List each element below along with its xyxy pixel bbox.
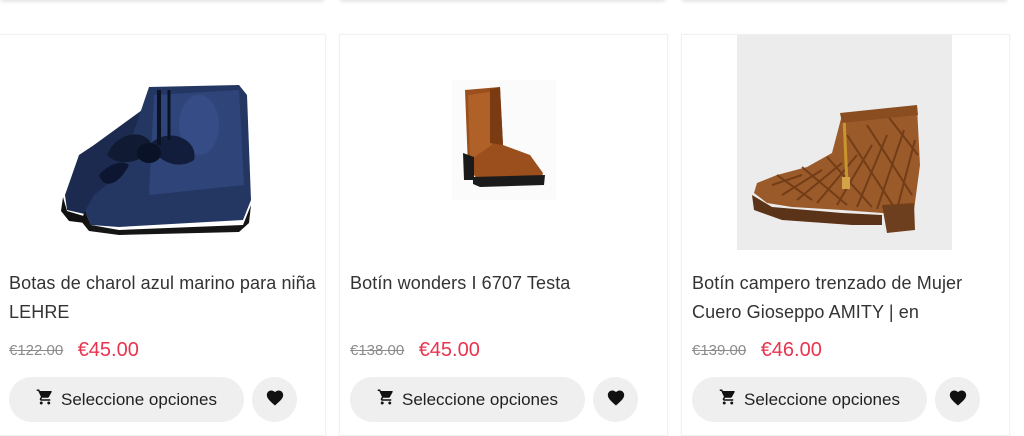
original-price: €139.00 — [692, 342, 747, 359]
wishlist-button[interactable] — [935, 377, 980, 422]
sale-price: €46.00 — [760, 339, 822, 361]
wishlist-button[interactable] — [593, 377, 638, 422]
price-row: €139.00 €46.00 — [692, 339, 822, 365]
product-title[interactable]: Botín campero trenzado de Mujer Cuero Gi… — [692, 269, 1002, 327]
product-image[interactable] — [682, 35, 1009, 250]
sale-price: €45.00 — [418, 339, 480, 361]
select-options-label: Seleccione opciones — [744, 389, 900, 409]
select-options-label: Seleccione opciones — [61, 389, 217, 409]
product-image[interactable] — [0, 35, 325, 250]
wishlist-button[interactable] — [252, 377, 297, 422]
product-card: Botín wonders I 6707 Testa €138.00 €45.0… — [339, 34, 668, 436]
product-card: Botas de charol azul marino para niña LE… — [0, 34, 326, 436]
select-options-label: Seleccione opciones — [402, 389, 558, 409]
original-price: €122.00 — [9, 342, 64, 359]
product-title[interactable]: Botín wonders I 6707 Testa — [350, 269, 660, 298]
select-options-button[interactable]: Seleccione opciones — [350, 377, 585, 422]
product-card: Botín campero trenzado de Mujer Cuero Gi… — [681, 34, 1010, 436]
cart-icon — [36, 388, 54, 411]
select-options-button[interactable]: Seleccione opciones — [9, 377, 244, 422]
cart-icon — [719, 388, 737, 411]
select-options-button[interactable]: Seleccione opciones — [692, 377, 927, 422]
product-image[interactable] — [340, 35, 667, 250]
heart-icon — [265, 388, 285, 411]
original-price: €138.00 — [350, 342, 405, 359]
cart-icon — [377, 388, 395, 411]
heart-icon — [606, 388, 626, 411]
price-row: €138.00 €45.00 — [350, 339, 480, 365]
heart-icon — [948, 388, 968, 411]
price-row: €122.00 €45.00 — [9, 339, 139, 365]
product-title[interactable]: Botas de charol azul marino para niña LE… — [9, 269, 319, 327]
sale-price: €45.00 — [77, 339, 139, 361]
